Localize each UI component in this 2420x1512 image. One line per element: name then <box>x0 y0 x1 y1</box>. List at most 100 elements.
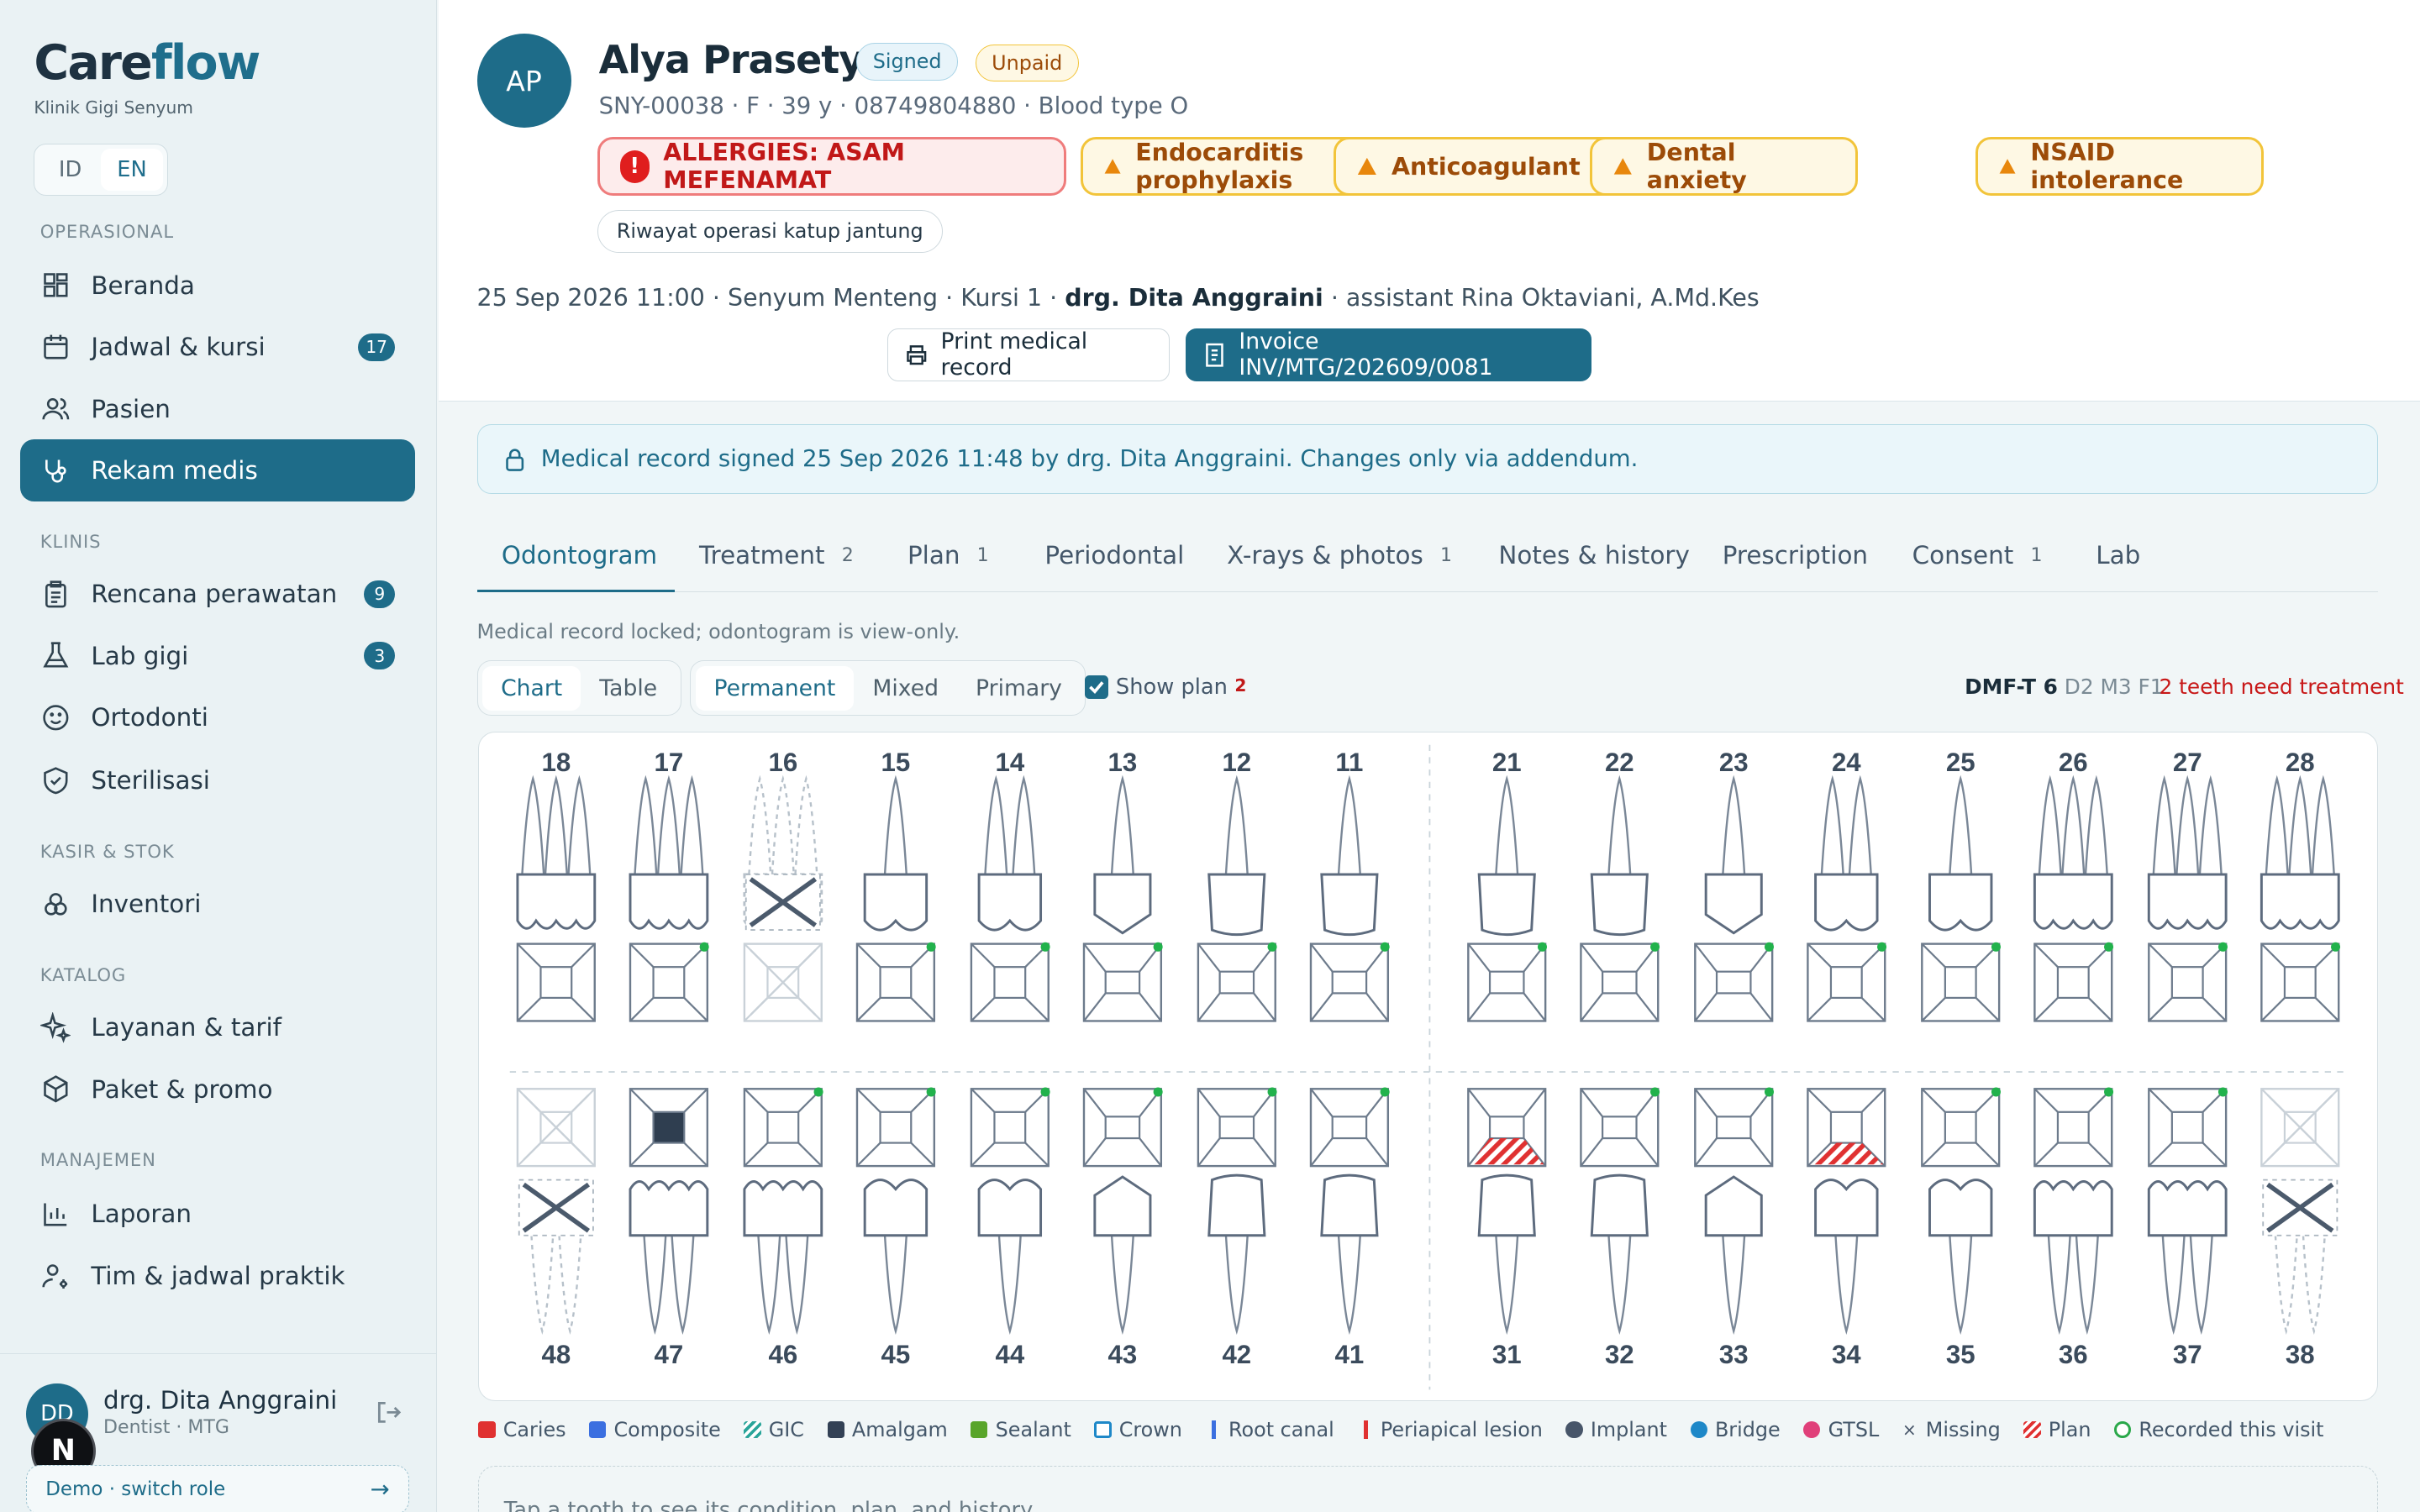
sidebar-item-tim-jadwal-praktik[interactable]: Tim & jadwal praktik <box>20 1245 415 1306</box>
tab-prescription[interactable]: Prescription <box>1723 520 1868 591</box>
tab-x-rays-photos[interactable]: X-rays & photos 1 <box>1227 520 1452 591</box>
sidebar-item-rencana-perawatan[interactable]: Rencana perawatan 9 <box>20 563 415 624</box>
tooth-35[interactable]: 35 <box>1921 1087 2002 1369</box>
legend-label: Composite <box>613 1417 721 1441</box>
tooth-34[interactable]: 34 <box>1807 1087 1886 1369</box>
tooth-44[interactable]: 44 <box>971 1087 1050 1369</box>
sidebar-item-laporan[interactable]: Laporan <box>20 1184 415 1245</box>
show-plan-label[interactable]: Show plan <box>1116 675 1228 700</box>
tooth-42[interactable]: 42 <box>1197 1087 1277 1369</box>
tab-periodontal[interactable]: Periodontal <box>1044 520 1184 591</box>
sidebar-item-layanan-tarif[interactable]: Layanan & tarif <box>20 997 415 1058</box>
section-katalog: KATALOG <box>39 963 127 985</box>
tooth-11[interactable]: 11 <box>1310 748 1391 1022</box>
unpaid-badge: Unpaid <box>975 45 1079 82</box>
sidebar-item-paket-promo[interactable]: Paket & promo <box>20 1058 415 1120</box>
view-chart-button[interactable]: Chart <box>482 665 581 711</box>
tooth-number: 31 <box>1492 1340 1522 1369</box>
legend-swatch <box>1363 1420 1369 1439</box>
tooth-number: 13 <box>1108 748 1138 777</box>
tooth-number: 28 <box>2286 748 2315 777</box>
logout-icon[interactable] <box>373 1397 404 1428</box>
tab-plan[interactable]: Plan 1 <box>908 520 989 591</box>
print-record-button[interactable]: Print medical record <box>887 328 1171 381</box>
tooth-number: 46 <box>769 1340 798 1369</box>
clipboard-icon <box>45 580 66 608</box>
tooth-37[interactable]: 37 <box>2148 1087 2228 1369</box>
tooth-45[interactable]: 45 <box>856 1087 937 1369</box>
show-plan-checkbox[interactable] <box>1085 675 1108 700</box>
legend-item: Periapical lesion <box>1357 1418 1543 1441</box>
tooth-48[interactable]: 48 <box>517 1087 597 1369</box>
plan-count: 2 <box>1234 675 1247 696</box>
sidebar-item-ortodonti[interactable]: Ortodonti <box>20 686 415 748</box>
tooth-15[interactable]: 15 <box>856 748 937 1022</box>
tooth-23[interactable]: 23 <box>1694 748 1775 1022</box>
tooth-47[interactable]: 47 <box>629 1087 709 1369</box>
tooth-21[interactable]: 21 <box>1467 748 1548 1022</box>
sidebar-item-beranda[interactable]: Beranda <box>20 255 415 316</box>
tab-consent[interactable]: Consent 1 <box>1912 520 2043 591</box>
warning-icon <box>1613 158 1632 176</box>
alert-circle-icon: ! <box>619 150 650 183</box>
app-logo[interactable]: Careflow <box>34 37 260 89</box>
tooth-46[interactable]: 46 <box>743 1087 823 1369</box>
tooth-26[interactable]: 26 <box>2033 748 2114 1022</box>
tooth-18[interactable]: 18 <box>516 748 597 1022</box>
sidebar-item-lab-gigi[interactable]: Lab gigi 3 <box>20 625 415 686</box>
tooth-33[interactable]: 33 <box>1694 1087 1775 1369</box>
legend-item: Implant <box>1565 1418 1667 1441</box>
tooth-43[interactable]: 43 <box>1083 1087 1164 1369</box>
alert-label: Dental anxiety <box>1646 139 1747 195</box>
switch-role-button[interactable]: Demo · switch role → <box>26 1465 409 1512</box>
count-badge: 17 <box>358 333 396 361</box>
dent-permanent-button[interactable]: Permanent <box>695 665 855 711</box>
tooth-31[interactable]: 31 <box>1467 1087 1547 1369</box>
warning-icon <box>1357 158 1376 176</box>
tooth-24[interactable]: 24 <box>1807 748 1887 1022</box>
tooth-number: 17 <box>655 748 684 777</box>
legend-swatch: × <box>1902 1419 1917 1440</box>
tooth-32[interactable]: 32 <box>1580 1087 1660 1369</box>
tooth-38[interactable]: 38 <box>2260 1087 2340 1369</box>
switch-role-label: Demo · switch role <box>45 1478 226 1501</box>
sidebar-item-pasien[interactable]: Pasien <box>20 378 415 439</box>
tooth-41[interactable]: 41 <box>1310 1087 1391 1369</box>
sidebar-item-rekam-medis[interactable]: Rekam medis <box>19 439 416 501</box>
tab-notes-history[interactable]: Notes & history <box>1498 520 1689 591</box>
tab-treatment[interactable]: Treatment 2 <box>699 520 854 591</box>
lang-id-button[interactable]: ID <box>39 149 101 190</box>
tooth-25[interactable]: 25 <box>1921 748 2002 1022</box>
allergy-alert[interactable]: ! ALLERGIES: ASAM MEFENAMAT <box>597 137 1067 197</box>
appt-doctor: drg. Dita Anggraini <box>1065 283 1323 312</box>
lang-en-button[interactable]: EN <box>101 149 163 191</box>
history-chip[interactable]: Riwayat operasi katup jantung <box>597 209 943 254</box>
tooth-13[interactable]: 13 <box>1083 748 1164 1022</box>
invoice-button[interactable]: Invoice INV/MTG/202609/0081 <box>1185 328 1591 381</box>
section-klinis: KLINIS <box>39 530 102 552</box>
legend-label: Missing <box>1925 1417 2001 1441</box>
tooth-22[interactable]: 22 <box>1580 748 1660 1022</box>
view-table-button[interactable]: Table <box>581 666 676 711</box>
sidebar-item-inventori[interactable]: Inventori <box>20 874 415 935</box>
tooth-36[interactable]: 36 <box>2033 1087 2114 1369</box>
alert-dental-anxiety[interactable]: Dental anxiety <box>1589 137 1859 197</box>
legend-item: Crown <box>1094 1418 1182 1441</box>
tooth-17[interactable]: 17 <box>629 748 710 1022</box>
tooth-12[interactable]: 12 <box>1197 748 1277 1022</box>
tab-count: 1 <box>1440 544 1453 566</box>
tooth-28[interactable]: 28 <box>2260 748 2341 1022</box>
dent-primary-button[interactable]: Primary <box>957 666 1081 711</box>
sidebar-item-sterilisasi[interactable]: Sterilisasi <box>20 750 415 811</box>
alert-nsaid-intolerance[interactable]: NSAID intolerance <box>1975 137 2265 197</box>
tab-count: 1 <box>976 544 989 566</box>
tab-odontogram[interactable]: Odontogram <box>476 520 675 593</box>
sidebar-item-jadwal-kursi[interactable]: Jadwal & kursi 17 <box>20 317 415 378</box>
tooth-16[interactable]: 16 <box>743 748 823 1022</box>
dent-mixed-button[interactable]: Mixed <box>854 666 957 711</box>
tab-lab[interactable]: Lab <box>2096 520 2140 591</box>
alert-label: Anticoagulant <box>1391 152 1581 181</box>
legend-item: Recorded this visit <box>2114 1418 2324 1441</box>
tooth-27[interactable]: 27 <box>2148 748 2228 1022</box>
tooth-14[interactable]: 14 <box>971 748 1050 1022</box>
